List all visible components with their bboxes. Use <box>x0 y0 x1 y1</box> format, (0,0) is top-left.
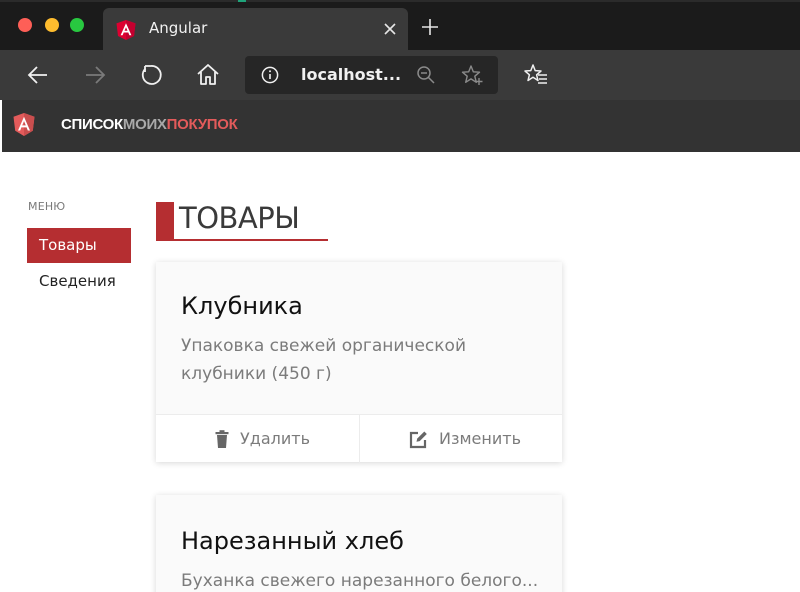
card-actions: Удалить Изменить <box>156 414 562 463</box>
title-underline <box>156 239 328 241</box>
edit-button[interactable]: Изменить <box>359 415 562 463</box>
edit-icon <box>409 431 427 449</box>
forward-icon[interactable] <box>82 62 108 88</box>
tab-bar-accent-glint <box>238 0 246 2</box>
close-icon[interactable] <box>381 20 399 38</box>
window-maximize-button[interactable] <box>70 18 84 32</box>
angular-logo-icon[interactable] <box>13 113 35 137</box>
brand-part-3: ПОКУПОК <box>166 116 238 133</box>
sidebar-item-about[interactable]: Сведения <box>27 264 131 299</box>
edit-label: Изменить <box>439 429 521 448</box>
browser-tab-active[interactable]: Angular <box>103 8 408 50</box>
address-url[interactable]: localhost... <box>301 65 401 84</box>
plus-icon[interactable] <box>420 17 440 37</box>
browser-tab-bar: Angular <box>0 0 800 50</box>
address-bar[interactable]: localhost... <box>245 56 498 94</box>
trash-icon <box>215 430 229 448</box>
tab-bar-top-border <box>0 0 800 2</box>
refresh-icon[interactable] <box>138 62 164 88</box>
window-minimize-button[interactable] <box>45 18 59 32</box>
app-brand-title[interactable]: СПИСОКМОИХПОКУПОК <box>61 116 238 133</box>
product-description: Упаковка свежей органической клубники (4… <box>181 336 466 384</box>
brand-part-1: СПИСОК <box>61 116 123 133</box>
product-card: Клубника Упаковка свежей органической кл… <box>156 262 562 463</box>
product-name: Клубника <box>181 292 303 320</box>
window-close-button[interactable] <box>18 18 32 32</box>
angular-icon <box>116 20 136 40</box>
product-card: Нарезанный хлеб Буханка свежего нарезанн… <box>156 495 562 592</box>
title-accent-bar <box>156 202 174 240</box>
zoom-icon[interactable] <box>416 65 436 85</box>
info-icon[interactable] <box>261 66 279 84</box>
product-description: Буханка свежего нарезанного белого... <box>181 571 539 591</box>
delete-label: Удалить <box>240 429 310 448</box>
back-icon[interactable] <box>25 62 51 88</box>
home-icon[interactable] <box>195 62 221 88</box>
favorites-icon[interactable] <box>523 62 549 88</box>
sidebar-item-products[interactable]: Товары <box>27 228 131 263</box>
tab-title: Angular <box>149 19 208 37</box>
sidebar-menu: МЕНЮ Товары Сведения <box>27 200 131 300</box>
menu-heading: МЕНЮ <box>28 200 66 213</box>
brand-part-2: МОИХ <box>122 116 167 133</box>
star-add-icon[interactable] <box>461 64 483 86</box>
browser-nav-bar: localhost... <box>0 50 800 100</box>
product-name: Нарезанный хлеб <box>181 527 404 555</box>
page-title-text: ТОВАРЫ <box>179 201 300 235</box>
delete-button[interactable]: Удалить <box>156 415 359 463</box>
app-toolbar: СПИСОКМОИХПОКУПОК <box>2 100 800 152</box>
